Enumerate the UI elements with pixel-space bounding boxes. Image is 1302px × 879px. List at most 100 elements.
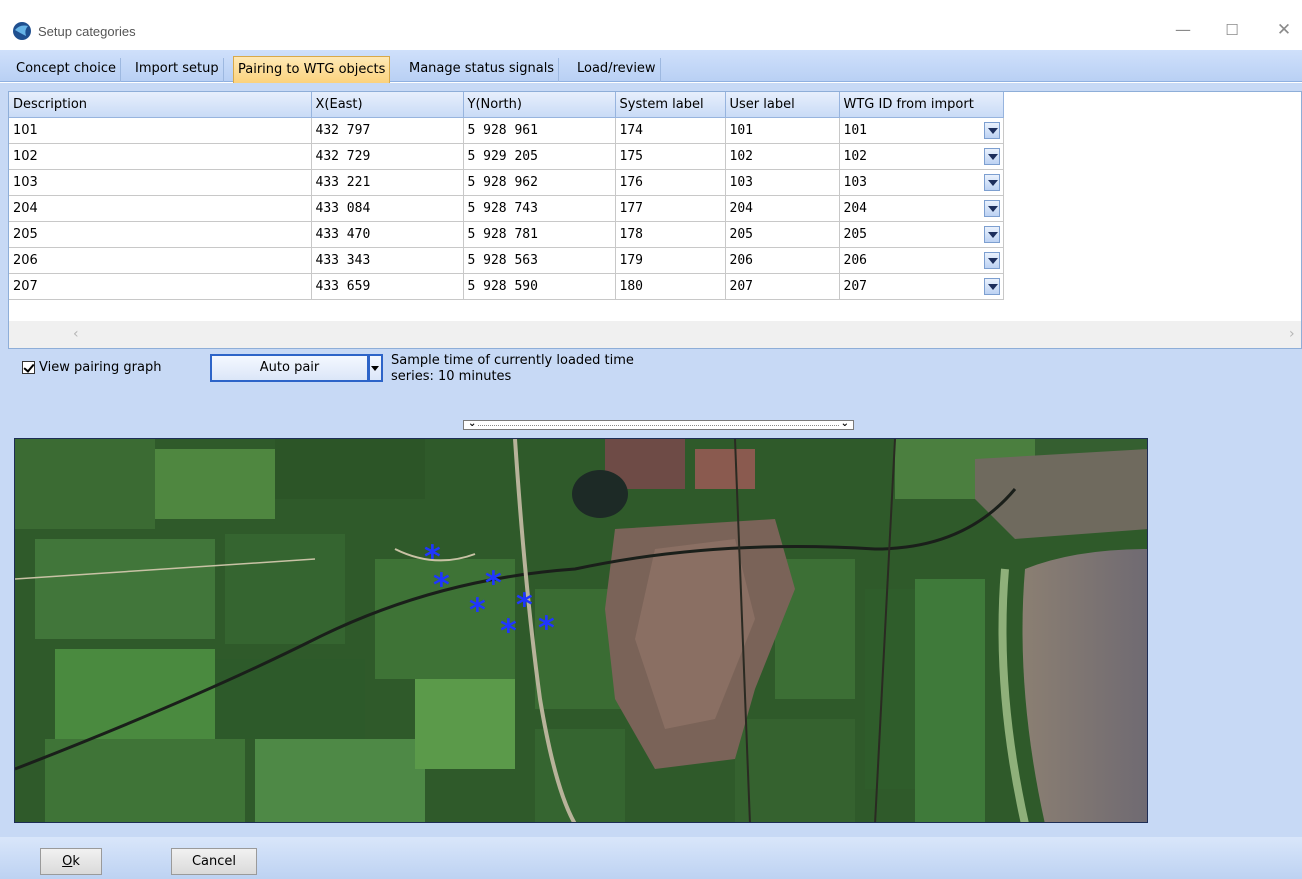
close-button[interactable]: ✕ bbox=[1264, 18, 1302, 42]
cell-wtg-id[interactable]: 207 bbox=[839, 273, 1004, 300]
table-row[interactable]: 204 433 084 5 928 743 177 204 204 bbox=[9, 195, 1004, 222]
cancel-button[interactable]: Cancel bbox=[171, 848, 257, 875]
table-row[interactable]: 207 433 659 5 928 590 180 207 207 bbox=[9, 273, 1004, 300]
panel-splitter[interactable]: ⌄ ⌄ bbox=[463, 418, 854, 430]
turbine-marker-206[interactable]: * bbox=[500, 615, 517, 647]
satellite-map-image bbox=[15, 439, 1147, 822]
wtg-id-value: 206 bbox=[843, 252, 867, 268]
cell-y-north[interactable]: 5 928 961 bbox=[463, 117, 616, 144]
pairing-map[interactable]: * * * * * * * bbox=[14, 438, 1148, 823]
cell-system-label[interactable]: 174 bbox=[615, 117, 726, 144]
maximize-button[interactable]: ☐ bbox=[1212, 18, 1252, 42]
cell-x-east[interactable]: 432 729 bbox=[311, 143, 464, 170]
minimize-button[interactable]: — bbox=[1163, 18, 1203, 42]
cell-description[interactable]: 204 bbox=[9, 195, 312, 222]
wtg-id-value: 101 bbox=[843, 122, 867, 138]
cell-user-label[interactable]: 102 bbox=[725, 143, 840, 170]
ok-button[interactable]: Ok bbox=[40, 848, 102, 875]
cell-y-north[interactable]: 5 928 743 bbox=[463, 195, 616, 222]
cell-user-label[interactable]: 101 bbox=[725, 117, 840, 144]
column-header-system-label[interactable]: System label bbox=[615, 92, 726, 118]
auto-pair-button[interactable]: Auto pair bbox=[210, 354, 369, 382]
column-header-y-north[interactable]: Y(North) bbox=[463, 92, 616, 118]
table-row[interactable]: 101 432 797 5 928 961 174 101 101 bbox=[9, 117, 1004, 144]
turbine-marker-204[interactable]: * bbox=[469, 594, 486, 626]
table-row[interactable]: 103 433 221 5 928 962 176 103 103 bbox=[9, 169, 1004, 196]
cell-user-label[interactable]: 207 bbox=[725, 273, 840, 300]
cell-user-label[interactable]: 206 bbox=[725, 247, 840, 274]
wtg-id-value: 207 bbox=[843, 278, 867, 294]
cell-x-east[interactable]: 433 659 bbox=[311, 273, 464, 300]
auto-pair-dropdown-button[interactable] bbox=[369, 354, 383, 382]
cell-system-label[interactable]: 179 bbox=[615, 247, 726, 274]
cell-description[interactable]: 207 bbox=[9, 273, 312, 300]
wtg-id-value: 103 bbox=[843, 174, 867, 190]
wtg-id-value: 205 bbox=[843, 226, 867, 242]
tab-load-review[interactable]: Load/review bbox=[573, 58, 661, 82]
view-pairing-graph-label: View pairing graph bbox=[39, 359, 162, 375]
cell-x-east[interactable]: 433 470 bbox=[311, 221, 464, 248]
cell-x-east[interactable]: 432 797 bbox=[311, 117, 464, 144]
tab-import-setup[interactable]: Import setup bbox=[131, 58, 224, 82]
wtg-id-dropdown-button[interactable] bbox=[983, 277, 1000, 295]
cell-description[interactable]: 206 bbox=[9, 247, 312, 274]
cell-user-label[interactable]: 103 bbox=[725, 169, 840, 196]
cell-x-east[interactable]: 433 343 bbox=[311, 247, 464, 274]
cell-y-north[interactable]: 5 928 563 bbox=[463, 247, 616, 274]
cell-description[interactable]: 205 bbox=[9, 221, 312, 248]
wtg-id-dropdown-button[interactable] bbox=[983, 173, 1000, 191]
wtg-id-dropdown-button[interactable] bbox=[983, 147, 1000, 165]
cell-y-north[interactable]: 5 929 205 bbox=[463, 143, 616, 170]
cell-y-north[interactable]: 5 928 781 bbox=[463, 221, 616, 248]
scroll-right-arrow-icon[interactable]: › bbox=[1289, 326, 1295, 342]
turbine-marker-101[interactable]: * bbox=[433, 569, 450, 601]
sample-time-info: Sample time of currently loaded time ser… bbox=[391, 353, 681, 385]
sample-time-line-1: Sample time of currently loaded time bbox=[391, 353, 634, 368]
table-row[interactable]: 102 432 729 5 929 205 175 102 102 bbox=[9, 143, 1004, 170]
table-row[interactable]: 205 433 470 5 928 781 178 205 205 bbox=[9, 221, 1004, 248]
cell-x-east[interactable]: 433 221 bbox=[311, 169, 464, 196]
cell-description[interactable]: 101 bbox=[9, 117, 312, 144]
wtg-id-dropdown-button[interactable] bbox=[983, 121, 1000, 139]
wtg-id-dropdown-button[interactable] bbox=[983, 199, 1000, 217]
column-header-description[interactable]: Description bbox=[9, 92, 312, 118]
column-header-user-label[interactable]: User label bbox=[725, 92, 840, 118]
cell-wtg-id[interactable]: 205 bbox=[839, 221, 1004, 248]
cell-system-label[interactable]: 176 bbox=[615, 169, 726, 196]
column-header-wtg-id[interactable]: WTG ID from import bbox=[839, 92, 1004, 118]
turbine-marker-205[interactable]: * bbox=[516, 589, 533, 621]
cell-system-label[interactable]: 177 bbox=[615, 195, 726, 222]
cell-system-label[interactable]: 178 bbox=[615, 221, 726, 248]
cell-wtg-id[interactable]: 103 bbox=[839, 169, 1004, 196]
view-pairing-graph-checkbox[interactable] bbox=[22, 360, 35, 374]
cell-wtg-id[interactable]: 204 bbox=[839, 195, 1004, 222]
cell-wtg-id[interactable]: 102 bbox=[839, 143, 1004, 170]
cell-y-north[interactable]: 5 928 962 bbox=[463, 169, 616, 196]
table-row[interactable]: 206 433 343 5 928 563 179 206 206 bbox=[9, 247, 1004, 274]
cell-user-label[interactable]: 205 bbox=[725, 221, 840, 248]
cell-system-label[interactable]: 175 bbox=[615, 143, 726, 170]
tab-concept-choice[interactable]: Concept choice bbox=[12, 58, 121, 82]
chevron-down-icon[interactable]: ⌄ bbox=[468, 418, 476, 429]
turbine-marker-103[interactable]: * bbox=[485, 567, 502, 599]
cell-wtg-id[interactable]: 101 bbox=[839, 117, 1004, 144]
turbine-marker-207[interactable]: * bbox=[538, 612, 555, 644]
cell-description[interactable]: 102 bbox=[9, 143, 312, 170]
cell-user-label[interactable]: 204 bbox=[725, 195, 840, 222]
view-pairing-graph-option[interactable]: View pairing graph bbox=[22, 357, 161, 377]
tab-manage-status-signals[interactable]: Manage status signals bbox=[405, 58, 560, 82]
cell-wtg-id[interactable]: 206 bbox=[839, 247, 1004, 274]
chevron-down-icon[interactable]: ⌄ bbox=[841, 418, 849, 429]
tab-pairing-to-wtg-objects[interactable]: Pairing to WTG objects bbox=[233, 56, 391, 83]
cell-y-north[interactable]: 5 928 590 bbox=[463, 273, 616, 300]
dialog-footer: Ok Cancel bbox=[0, 837, 1302, 879]
cell-description[interactable]: 103 bbox=[9, 169, 312, 196]
horizontal-scrollbar[interactable]: ‹ › bbox=[9, 321, 1301, 348]
wtg-id-dropdown-button[interactable] bbox=[983, 225, 1000, 243]
cell-x-east[interactable]: 433 084 bbox=[311, 195, 464, 222]
scroll-left-arrow-icon[interactable]: ‹ bbox=[73, 326, 79, 342]
cell-system-label[interactable]: 180 bbox=[615, 273, 726, 300]
wtg-id-dropdown-button[interactable] bbox=[983, 251, 1000, 269]
column-header-x-east[interactable]: X(East) bbox=[311, 92, 464, 118]
pairing-table: Description X(East) Y(North) System labe… bbox=[9, 92, 1004, 300]
